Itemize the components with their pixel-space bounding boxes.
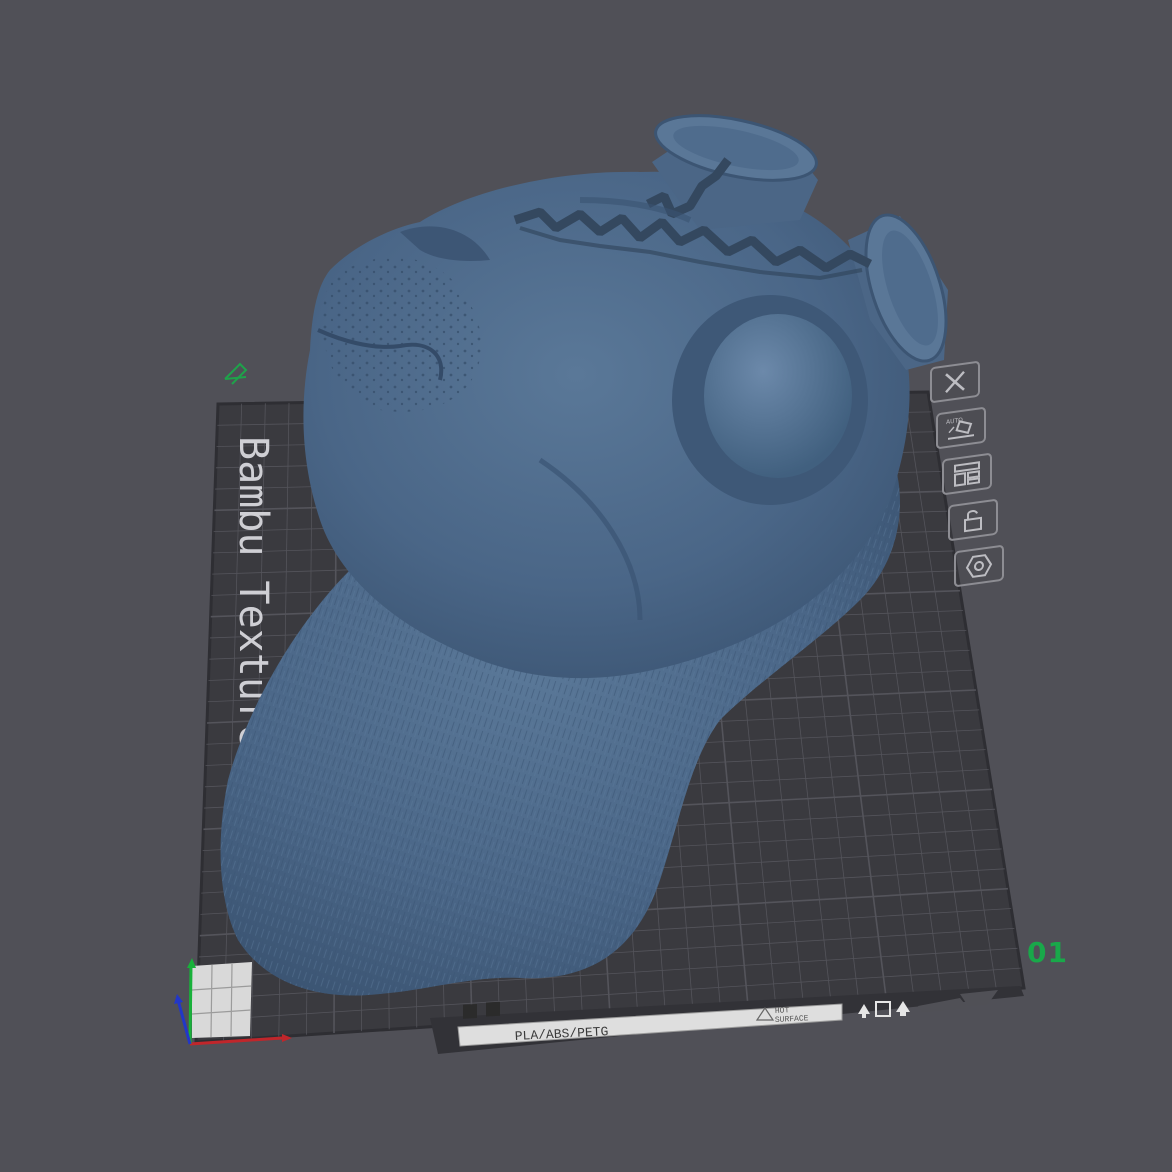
z-axis bbox=[176, 999, 192, 1045]
x-icon bbox=[945, 370, 965, 394]
pencil-icon[interactable] bbox=[224, 362, 248, 385]
surface-label: SURFACE bbox=[775, 1014, 809, 1025]
plate-index-label: 01 bbox=[1027, 936, 1068, 969]
arrange-icon bbox=[954, 461, 980, 487]
auto-orient-icon: AUTO bbox=[946, 417, 974, 440]
lock-plate-button[interactable] bbox=[948, 498, 998, 542]
y-axis bbox=[188, 965, 193, 1045]
lock-icon bbox=[964, 510, 982, 533]
plate-origin-marker bbox=[191, 962, 252, 1038]
close-plate-button[interactable] bbox=[930, 360, 980, 404]
plate-settings-button[interactable] bbox=[954, 544, 1004, 588]
arrange-button[interactable] bbox=[942, 452, 992, 496]
hex-gear-icon bbox=[965, 554, 993, 578]
3d-viewport[interactable]: PLA/ABS/PETG HOT SURFACE Bambu Textured … bbox=[0, 0, 1172, 1172]
model-eye bbox=[704, 314, 852, 478]
auto-orient-button[interactable]: AUTO bbox=[936, 406, 986, 450]
